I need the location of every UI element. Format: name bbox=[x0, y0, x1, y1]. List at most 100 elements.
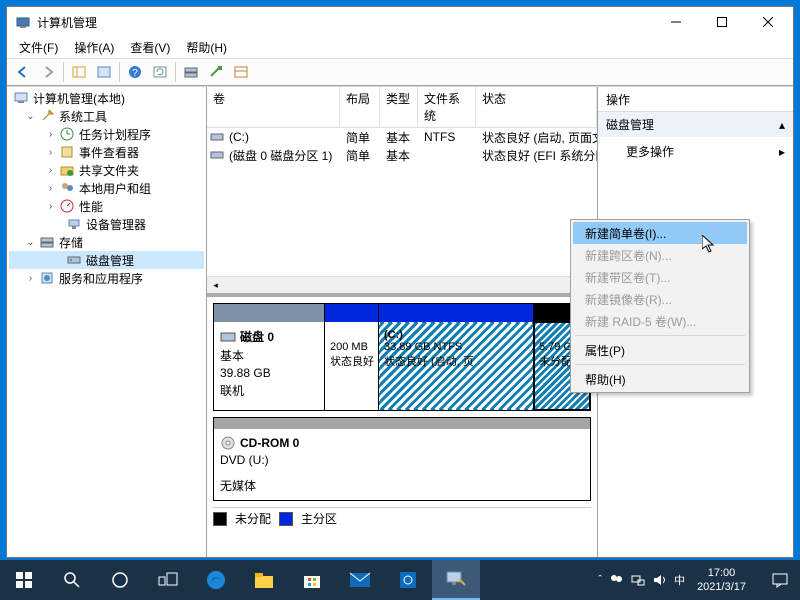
legend-unallocated-box bbox=[213, 512, 227, 526]
ime-indicator[interactable]: 中 bbox=[674, 572, 685, 588]
actions-header: 操作 bbox=[598, 87, 793, 112]
volume-row[interactable]: (C:) 简单 基本 NTFS 状态良好 (启动, 页面文件 bbox=[207, 128, 597, 146]
expand-icon[interactable]: › bbox=[44, 147, 57, 158]
col-filesystem[interactable]: 文件系统 bbox=[418, 87, 476, 127]
context-menu: 新建简单卷(I)... 新建跨区卷(N)... 新建带区卷(T)... 新建镜像… bbox=[570, 219, 750, 393]
col-volume[interactable]: 卷 bbox=[207, 87, 340, 127]
taskbar-computer-management[interactable] bbox=[432, 560, 480, 600]
menu-view[interactable]: 查看(V) bbox=[122, 37, 178, 58]
help-button[interactable]: ? bbox=[123, 61, 147, 83]
settings-button[interactable] bbox=[204, 61, 228, 83]
cortana-button[interactable] bbox=[96, 560, 144, 600]
expand-icon[interactable]: › bbox=[24, 273, 37, 284]
tree-storage[interactable]: ⌄ 存储 bbox=[9, 233, 204, 251]
titlebar: 计算机管理 bbox=[7, 7, 793, 37]
partition-efi[interactable]: 200 MB 状态良好 bbox=[324, 304, 378, 410]
expand-icon[interactable]: › bbox=[44, 183, 57, 194]
show-hide-tree-button[interactable] bbox=[67, 61, 91, 83]
action-center-button[interactable] bbox=[760, 560, 800, 600]
menu-file[interactable]: 文件(F) bbox=[11, 37, 66, 58]
minimize-button[interactable] bbox=[653, 7, 699, 37]
tree-services-apps[interactable]: › 服务和应用程序 bbox=[9, 269, 204, 287]
ctx-properties[interactable]: 属性(P) bbox=[573, 339, 747, 361]
volume-icon bbox=[207, 130, 223, 144]
maximize-button[interactable] bbox=[699, 7, 745, 37]
people-icon[interactable] bbox=[608, 572, 624, 588]
clock-icon bbox=[59, 126, 75, 142]
disk-list-button[interactable] bbox=[179, 61, 203, 83]
expand-icon[interactable]: › bbox=[44, 201, 57, 212]
toolbar-separator bbox=[63, 62, 64, 82]
legend-primary-label: 主分区 bbox=[301, 510, 337, 527]
search-button[interactable] bbox=[48, 560, 96, 600]
context-separator bbox=[575, 364, 745, 365]
collapse-arrow-icon: ▴ bbox=[779, 118, 785, 132]
svg-text:?: ? bbox=[132, 68, 138, 79]
taskbar-explorer[interactable] bbox=[240, 560, 288, 600]
volume-list-header: 卷 布局 类型 文件系统 状态 bbox=[207, 87, 597, 128]
tree-root[interactable]: 计算机管理(本地) bbox=[9, 89, 204, 107]
volume-list-body[interactable]: (C:) 简单 基本 NTFS 状态良好 (启动, 页面文件 (磁盘 0 磁盘分… bbox=[207, 128, 597, 276]
task-view-button[interactable] bbox=[144, 560, 192, 600]
tree-disk-management[interactable]: 磁盘管理 bbox=[9, 251, 204, 269]
event-icon bbox=[59, 144, 75, 160]
close-button[interactable] bbox=[745, 7, 791, 37]
view-options-button[interactable] bbox=[229, 61, 253, 83]
toolbar-separator bbox=[119, 62, 120, 82]
cdrom-info[interactable]: CD-ROM 0 DVD (U:) 无媒体 bbox=[214, 418, 590, 500]
volume-row[interactable]: (磁盘 0 磁盘分区 1) 简单 基本 状态良好 (EFI 系统分区 bbox=[207, 146, 597, 164]
tree-task-scheduler[interactable]: › 任务计划程序 bbox=[9, 125, 204, 143]
taskbar-settings[interactable] bbox=[384, 560, 432, 600]
tree-local-users[interactable]: › 本地用户和组 bbox=[9, 179, 204, 197]
disk-graphical-view: 磁盘 0 基本 39.88 GB 联机 200 MB 状态良好 bbox=[207, 293, 597, 557]
taskbar-store[interactable] bbox=[288, 560, 336, 600]
horizontal-scrollbar[interactable]: ◂ ▸ bbox=[207, 276, 597, 293]
col-type[interactable]: 类型 bbox=[380, 87, 418, 127]
taskbar-clock[interactable]: 17:00 2021/3/17 bbox=[691, 566, 752, 595]
ctx-new-raid5-volume: 新建 RAID-5 卷(W)... bbox=[573, 310, 747, 332]
properties-button[interactable] bbox=[92, 61, 116, 83]
partition-c[interactable]: (C:) 33.89 GB NTFS 状态良好 (启动, 页 bbox=[378, 304, 533, 410]
tree-performance[interactable]: › 性能 bbox=[9, 197, 204, 215]
forward-button[interactable] bbox=[36, 61, 60, 83]
tree-event-viewer[interactable]: › 事件查看器 bbox=[9, 143, 204, 161]
actions-category[interactable]: 磁盘管理 ▴ bbox=[598, 112, 793, 137]
ctx-new-spanned-volume: 新建跨区卷(N)... bbox=[573, 244, 747, 266]
window-controls bbox=[653, 7, 791, 37]
taskbar-edge[interactable] bbox=[192, 560, 240, 600]
ctx-new-mirrored-volume: 新建镜像卷(R)... bbox=[573, 288, 747, 310]
actions-more[interactable]: 更多操作 ▸ bbox=[598, 137, 793, 166]
refresh-button[interactable] bbox=[148, 61, 172, 83]
taskbar-mail[interactable] bbox=[336, 560, 384, 600]
toolbar: ? bbox=[7, 58, 793, 86]
ctx-new-striped-volume: 新建带区卷(T)... bbox=[573, 266, 747, 288]
expand-icon[interactable]: › bbox=[44, 129, 57, 140]
navigation-tree[interactable]: 计算机管理(本地) ⌄ 系统工具 › 任务计划程序 › 事件查看器 › 共享文件… bbox=[7, 87, 207, 557]
tree-device-manager[interactable]: 设备管理器 bbox=[9, 215, 204, 233]
disk-icon bbox=[66, 252, 82, 268]
tray-overflow-icon[interactable]: ˆ bbox=[598, 574, 602, 586]
volume-list: 卷 布局 类型 文件系统 状态 (C:) 简单 基本 NTFS 状态良好 (启动… bbox=[207, 87, 597, 293]
expand-icon[interactable]: › bbox=[44, 165, 57, 176]
tree-shared-folders[interactable]: › 共享文件夹 bbox=[9, 161, 204, 179]
ctx-help[interactable]: 帮助(H) bbox=[573, 368, 747, 390]
col-status[interactable]: 状态 bbox=[476, 87, 597, 127]
start-button[interactable] bbox=[0, 560, 48, 600]
back-button[interactable] bbox=[11, 61, 35, 83]
app-icon bbox=[15, 14, 31, 30]
ctx-new-simple-volume[interactable]: 新建简单卷(I)... bbox=[573, 222, 747, 244]
collapse-icon[interactable]: ⌄ bbox=[24, 237, 37, 248]
collapse-icon[interactable]: ⌄ bbox=[24, 111, 37, 122]
volume-icon bbox=[207, 148, 223, 162]
volume-icon[interactable] bbox=[652, 572, 668, 588]
col-layout[interactable]: 布局 bbox=[340, 87, 380, 127]
legend-primary-box bbox=[279, 512, 293, 526]
scroll-left-icon[interactable]: ◂ bbox=[207, 277, 224, 294]
storage-icon bbox=[39, 234, 55, 250]
menu-action[interactable]: 操作(A) bbox=[66, 37, 122, 58]
menu-help[interactable]: 帮助(H) bbox=[178, 37, 235, 58]
menubar: 文件(F) 操作(A) 查看(V) 帮助(H) bbox=[7, 37, 793, 58]
network-icon[interactable] bbox=[630, 572, 646, 588]
tree-system-tools[interactable]: ⌄ 系统工具 bbox=[9, 107, 204, 125]
disk-0-info[interactable]: 磁盘 0 基本 39.88 GB 联机 bbox=[214, 304, 324, 410]
